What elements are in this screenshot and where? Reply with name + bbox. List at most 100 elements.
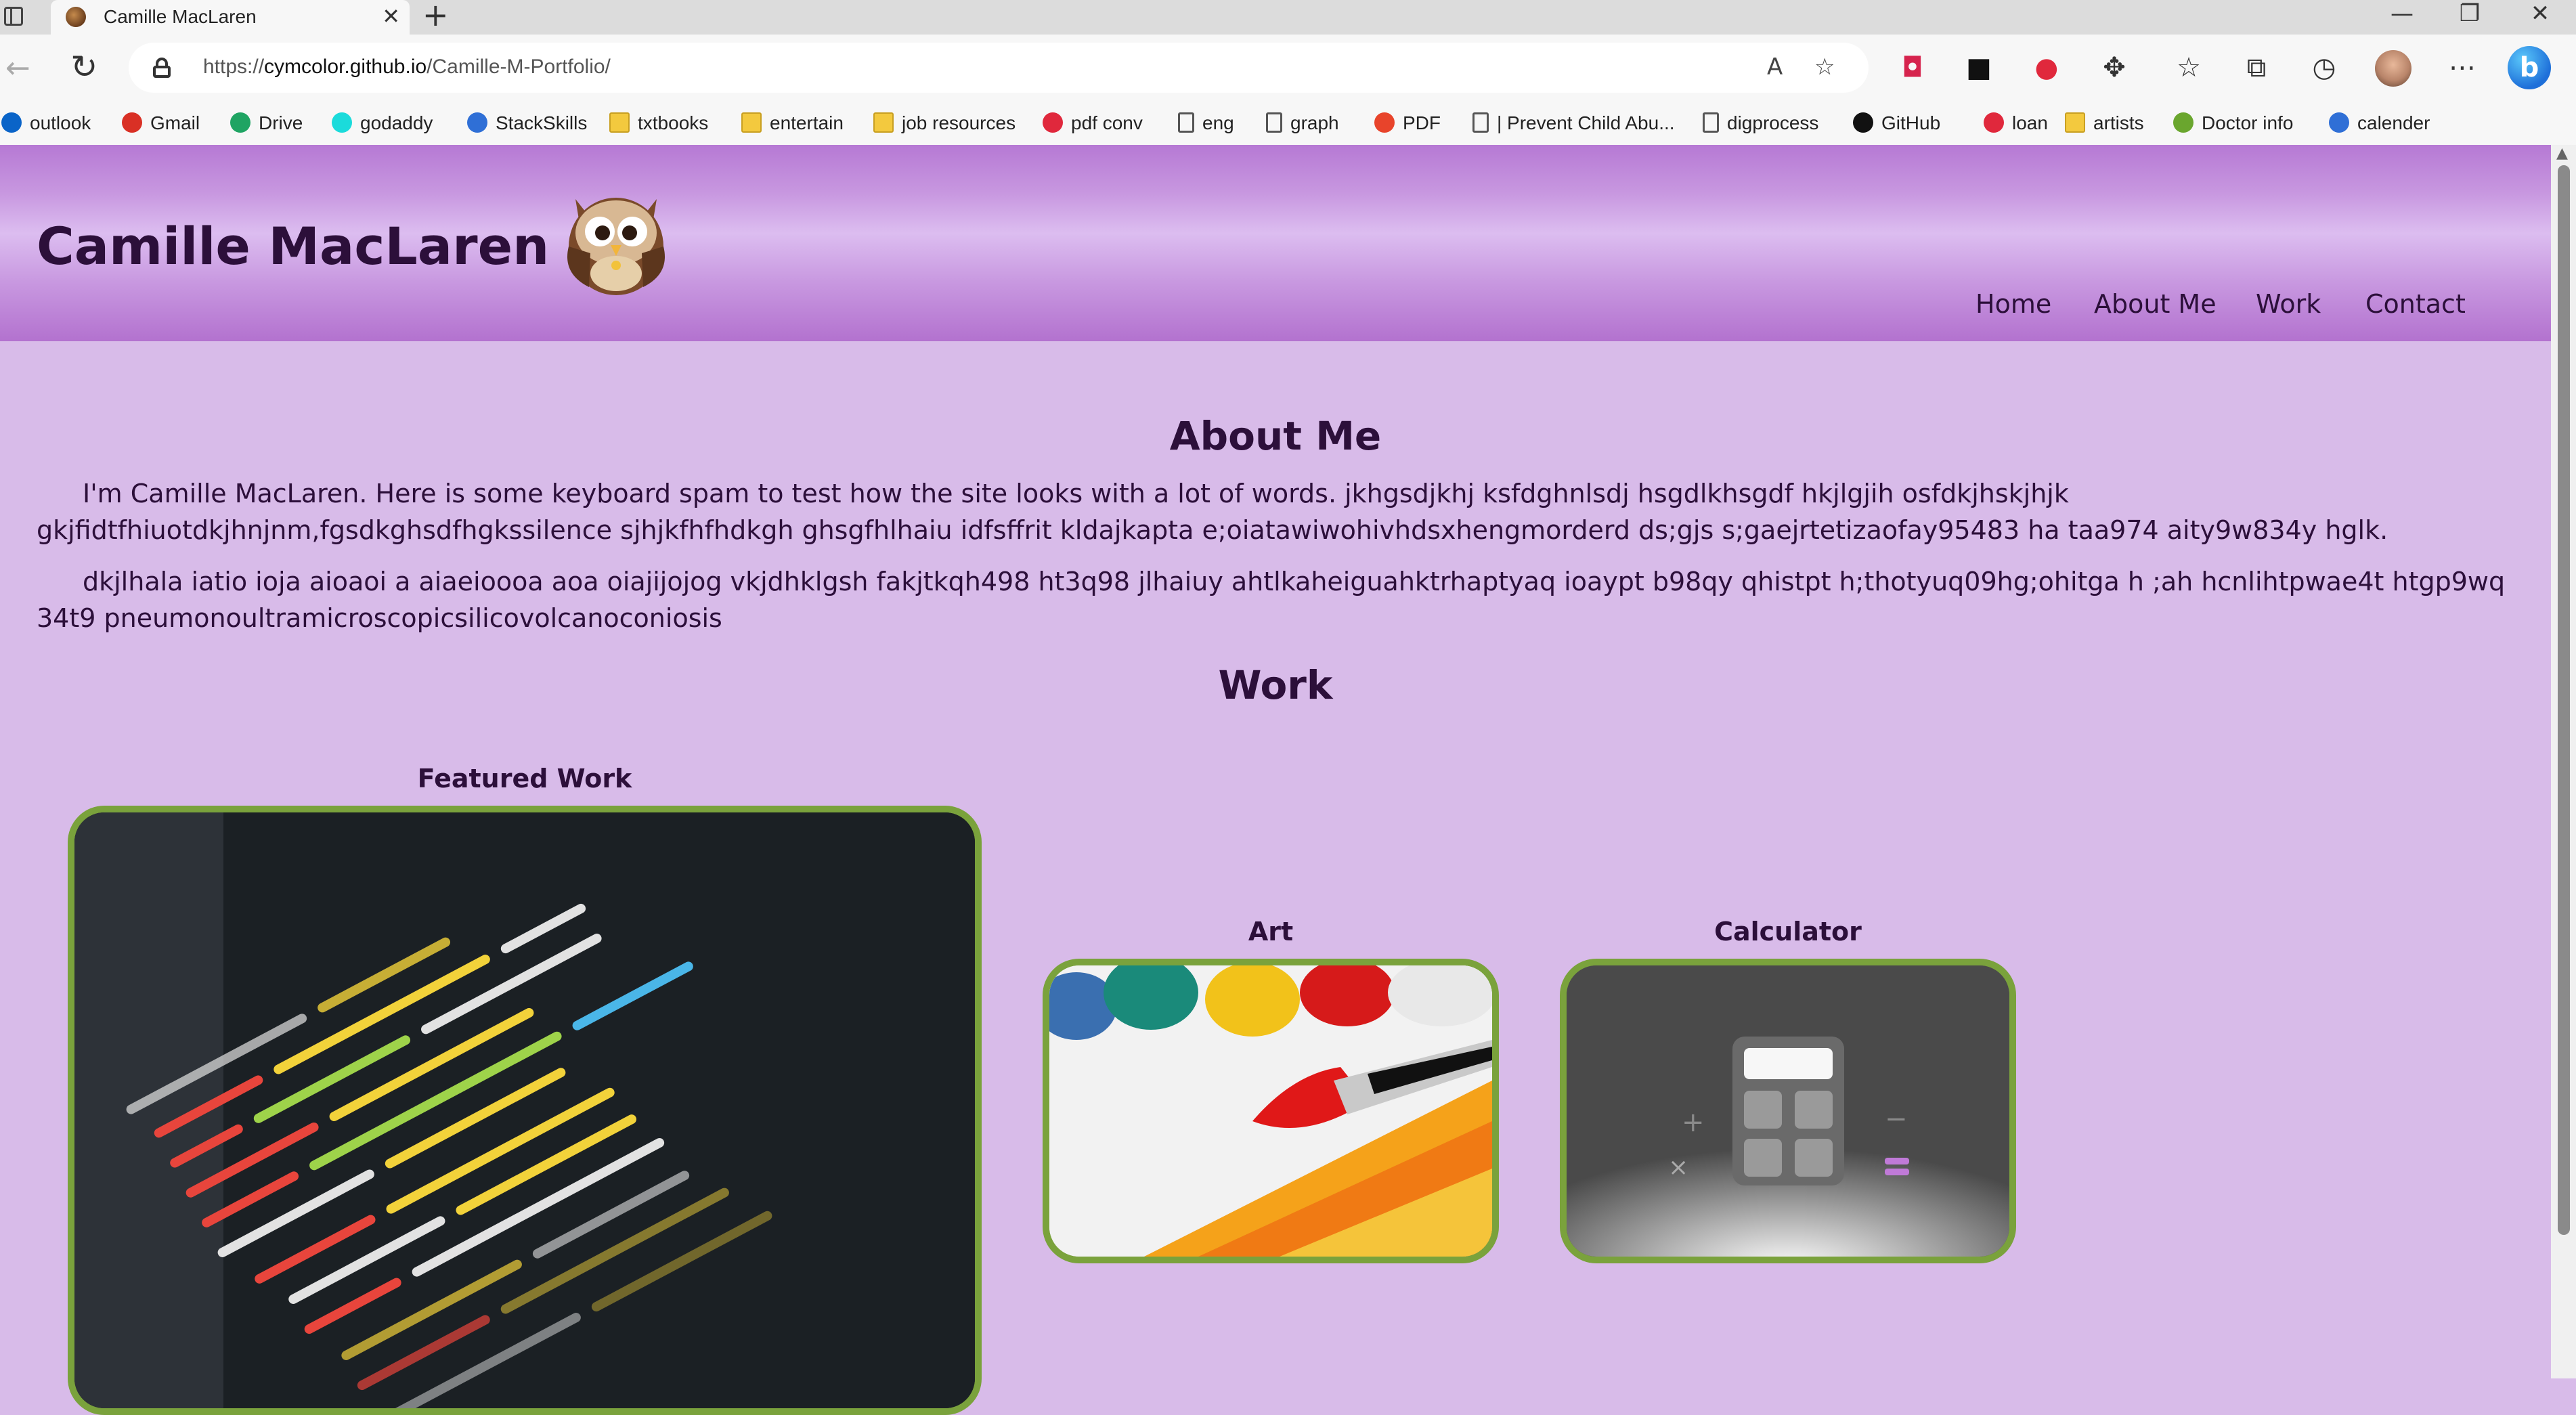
bookmark-label: txtbooks [638, 112, 709, 133]
bookmark-label: StackSkills [496, 112, 588, 133]
url-bar[interactable]: https://cymcolor.github.io/Camille-M-Por… [129, 43, 1869, 93]
art-image[interactable] [1043, 959, 1499, 1263]
bookmark-item[interactable]: loan [1984, 108, 2048, 138]
folder-icon [741, 112, 762, 133]
bookmark-item[interactable]: graph [1266, 108, 1339, 138]
bookmark-label: loan [2012, 112, 2048, 133]
url-host: cymcolor.github.io [264, 56, 427, 78]
back-arrow-icon[interactable]: ← [5, 51, 30, 85]
bookmark-label: | Prevent Child Abu... [1497, 112, 1675, 133]
bookmark-label: entertain [770, 112, 844, 133]
bookmark-item[interactable]: pdf conv [1043, 108, 1143, 138]
bookmark-item[interactable]: digprocess [1703, 108, 1818, 138]
bookmark-item[interactable]: PDF [1374, 108, 1441, 138]
bookmark-label: calender [2357, 112, 2430, 133]
bookmark-label: digprocess [1727, 112, 1819, 133]
bookmark-item[interactable]: Drive [230, 108, 303, 138]
nav-link-about-me[interactable]: About Me [2094, 287, 2217, 321]
bookmark-label: outlook [30, 112, 91, 133]
browser-tab[interactable]: Camille MacLaren ✕ [51, 0, 410, 35]
maximize-button[interactable]: ❐ [2443, 0, 2497, 30]
refresh-icon[interactable]: ↻ [70, 48, 97, 86]
read-aloud-icon[interactable]: A [1767, 53, 1783, 81]
extension-icon[interactable]: ■ [1962, 51, 1996, 85]
owl-logo-icon [567, 198, 665, 295]
tab-title: Camille MacLaren [104, 6, 257, 27]
bookmark-item[interactable]: job resources [873, 108, 1016, 138]
github-icon [1853, 112, 1873, 133]
bookmark-label: Gmail [150, 112, 200, 133]
bookmark-item[interactable]: Doctor info [2173, 108, 2293, 138]
nav-link-home[interactable]: Home [1975, 287, 2051, 321]
add-favorite-icon[interactable]: ☆ [1814, 53, 1835, 81]
site-title: Camille MacLaren [37, 216, 550, 276]
nav-link-work[interactable]: Work [2256, 287, 2321, 321]
bookmark-label: godaddy [360, 112, 433, 133]
bing-copilot-icon[interactable]: b [2508, 46, 2551, 89]
sidebar-toggle-icon[interactable] [4, 7, 23, 26]
art-title: Art [1248, 917, 1294, 946]
scroll-up-arrow-icon[interactable]: ▲ [2556, 145, 2568, 162]
close-window-button[interactable]: ✕ [2513, 0, 2567, 30]
bookmark-item[interactable]: Gmail [122, 108, 200, 138]
collections-icon[interactable]: ⧉ [2240, 51, 2273, 85]
about-heading: About Me [1169, 413, 1382, 459]
bookmark-item[interactable]: StackSkills [467, 108, 587, 138]
loan-icon [1984, 112, 2004, 133]
history-icon[interactable]: ◷ [2307, 51, 2341, 85]
code-screenshot-image [74, 812, 975, 1408]
site-header: Camille MacLaren Home About Me Work Cont… [0, 145, 2551, 341]
lock-icon[interactable] [153, 58, 171, 78]
speed-extension-icon[interactable]: ● [2030, 51, 2064, 85]
bookmark-item[interactable]: txtbooks [609, 108, 708, 138]
folder-icon [873, 112, 894, 133]
bookmark-item[interactable]: | Prevent Child Abu... [1472, 108, 1675, 138]
bookmark-item[interactable]: outlook [1, 108, 91, 138]
url-path: /Camille-M-Portfolio/ [427, 56, 611, 78]
scrollbar-thumb[interactable] [2558, 165, 2570, 1235]
new-tab-button[interactable]: + [422, 0, 449, 30]
bookmark-item[interactable]: artists [2065, 108, 2144, 138]
favorites-icon[interactable]: ☆ [2172, 51, 2206, 85]
gmail-icon [122, 112, 142, 133]
bookmark-label: PDF [1403, 112, 1441, 133]
owl-favicon-icon [66, 7, 86, 27]
page-icon [1266, 112, 1282, 133]
drive-icon [230, 112, 250, 133]
bookmark-item[interactable]: entertain [741, 108, 844, 138]
browser-tab-bar: Camille MacLaren ✕ + — ❐ ✕ [0, 0, 2576, 35]
bookmark-item[interactable]: godaddy [332, 108, 433, 138]
page-icon [1703, 112, 1719, 133]
bookmark-label: GitHub [1881, 112, 1941, 133]
bookmark-label: Drive [259, 112, 303, 133]
calculator-title: Calculator [1714, 917, 1862, 946]
folder-icon [2065, 112, 2085, 133]
heart-icon [1043, 112, 1063, 133]
work-heading: Work [1218, 662, 1333, 708]
profile-avatar[interactable] [2375, 50, 2411, 87]
about-paragraph-2: dkjlhala iatio ioja aioaoi a aiaeioooa a… [37, 567, 2506, 633]
featured-work-image[interactable] [68, 806, 982, 1415]
leaf-icon [2173, 112, 2193, 133]
calculator-image[interactable]: + − × [1560, 959, 2016, 1263]
pdf-icon [1374, 112, 1395, 133]
bookmark-item[interactable]: GitHub [1853, 108, 1940, 138]
page-scrollbar[interactable]: ▲ [2551, 145, 2576, 1378]
pocket-extension-icon[interactable]: ◘ [1896, 51, 1929, 85]
outlook-icon [1, 112, 22, 133]
nav-link-contact[interactable]: Contact [2365, 287, 2466, 321]
bookmark-label: graph [1290, 112, 1339, 133]
bookmark-item[interactable]: calender [2329, 108, 2430, 138]
more-menu-icon[interactable]: ⋯ [2445, 51, 2479, 85]
minimize-button[interactable]: — [2375, 0, 2429, 30]
godaddy-icon [332, 112, 352, 133]
svg-text:+: + [1682, 1107, 1705, 1138]
tab-close-icon[interactable]: ✕ [382, 3, 400, 30]
page-icon [1178, 112, 1194, 133]
bookmark-label: artists [2093, 112, 2144, 133]
bookmark-label: Doctor info [2202, 112, 2294, 133]
calendar-icon [2329, 112, 2349, 133]
extensions-puzzle-icon[interactable]: ✥ [2097, 51, 2131, 85]
bookmark-item[interactable]: eng [1178, 108, 1234, 138]
url-text[interactable]: https://cymcolor.github.io/Camille-M-Por… [203, 52, 611, 82]
